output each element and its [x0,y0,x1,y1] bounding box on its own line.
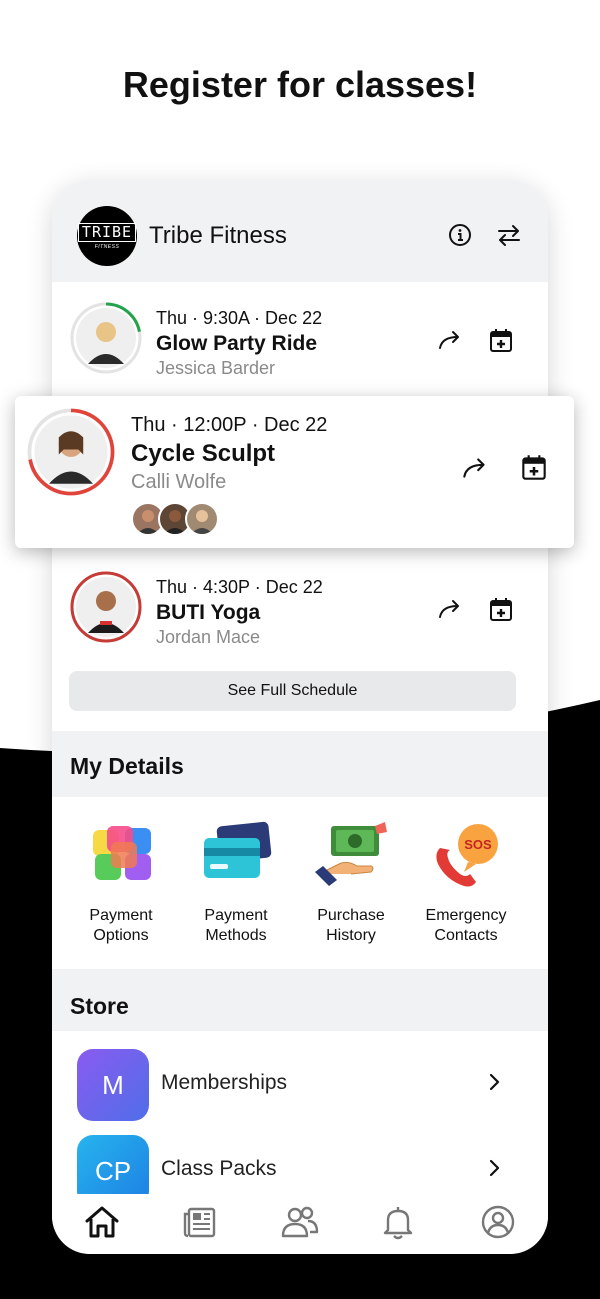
tab-profile[interactable] [478,1202,518,1242]
detail-emergency-contacts[interactable]: SOS Emergency Contacts [411,820,521,946]
class-name: BUTI Yoga [156,601,261,624]
detail-payment-options[interactable]: Payment Options [66,820,176,946]
section-title: My Details [70,753,184,779]
logo-subtext: FITNESS [94,243,120,250]
news-icon [183,1207,216,1238]
detail-label: Payment Methods [204,907,268,944]
class-item[interactable]: Thu · 9:30A · Dec 22 Glow Party Ride Jes… [52,297,548,402]
switch-arrows-icon [498,225,520,246]
page-headline: Register for classes! [122,64,478,105]
bell-icon [383,1207,413,1240]
store-item-memberships[interactable]: M Memberships [52,1042,548,1128]
class-time: Thu · 9:30A · Dec 22 [156,308,323,328]
share-button[interactable] [435,325,465,355]
share-button[interactable] [459,452,491,484]
calendar-add-icon [522,455,546,480]
instructor-avatar [70,302,142,374]
chevron-right-icon [489,1073,500,1091]
chevron-right-icon [489,1159,500,1177]
share-arrow-icon [439,331,459,349]
tab-notifications[interactable] [378,1202,418,1242]
detail-label: Purchase History [317,907,385,944]
add-to-calendar-button[interactable] [486,325,516,355]
class-item[interactable]: Thu · 4:30P · Dec 22 BUTI Yoga Jordan Ma… [52,566,548,671]
class-instructor: Calli Wolfe [131,471,227,493]
bottom-tab-bar [52,1194,548,1254]
my-details-header: My Details [52,731,548,797]
tab-news[interactable] [180,1202,220,1242]
add-to-calendar-button[interactable] [518,451,550,483]
app-title: Tribe Fitness [149,222,287,249]
people-icon [281,1206,319,1238]
class-item-highlighted[interactable]: Thu · 12:00P · Dec 22 Cycle Sculpt Calli… [15,396,574,548]
add-to-calendar-button[interactable] [486,594,516,624]
section-title: Store [70,993,129,1019]
detail-label: Emergency Contacts [425,907,507,944]
calendar-add-icon [490,329,512,352]
credit-cards-icon [196,820,276,890]
class-name: Glow Party Ride [156,332,318,355]
detail-purchase-history[interactable]: Purchase History [296,820,406,946]
attendee-avatar [185,502,219,536]
switch-location-button[interactable] [494,220,524,250]
instructor-avatar [70,571,142,643]
logo-text: TRIBE [77,222,137,242]
sos-phone-icon: SOS [426,820,506,890]
memberships-badge: M [77,1049,149,1121]
svg-text:SOS: SOS [464,837,492,852]
detail-payment-methods[interactable]: Payment Methods [181,820,291,946]
info-icon [449,224,471,246]
home-icon [85,1206,119,1238]
see-full-schedule-button[interactable]: See Full Schedule [69,671,516,711]
profile-icon [481,1205,515,1239]
phone-screen: TRIBE FITNESS Tribe Fitness Thu · 9:30A … [52,180,548,1254]
calendar-add-icon [490,598,512,621]
gym-logo: TRIBE FITNESS [77,206,137,266]
info-button[interactable] [445,220,475,250]
store-item-label: Memberships [161,1071,288,1094]
class-time: Thu · 4:30P · Dec 22 [156,577,323,597]
class-name: Cycle Sculpt [131,440,276,467]
cash-hand-icon [311,820,391,890]
store-header: Store [52,969,548,1031]
tab-people[interactable] [280,1202,320,1242]
detail-label: Payment Options [89,907,153,944]
instructor-avatar [27,408,115,496]
class-instructor: Jordan Mace [156,627,261,647]
store-item-label: Class Packs [161,1157,277,1180]
tab-home[interactable] [82,1202,122,1242]
app-header: TRIBE FITNESS Tribe Fitness [52,180,548,282]
payment-options-icon [81,820,161,890]
class-instructor: Jessica Barder [156,358,276,378]
class-time: Thu · 12:00P · Dec 22 [131,414,328,436]
share-arrow-icon [439,600,459,618]
share-arrow-icon [463,458,485,478]
share-button[interactable] [435,594,465,624]
